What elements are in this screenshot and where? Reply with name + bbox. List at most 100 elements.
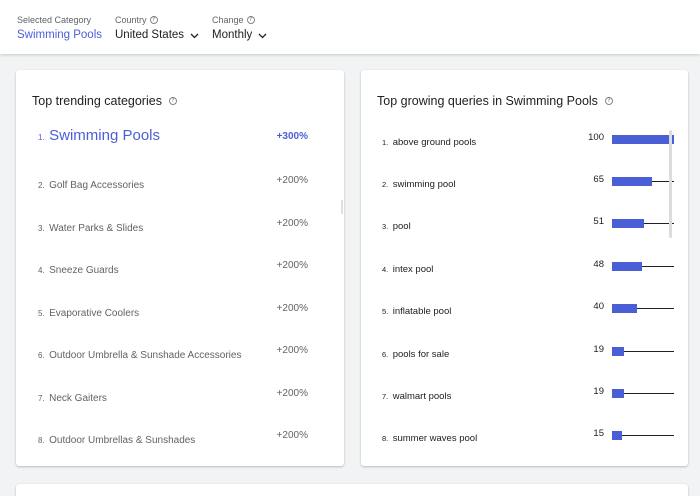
item-value: 48: [593, 259, 604, 270]
trending-categories-title: Top trending categories: [32, 94, 162, 108]
card-title: Top growing queries in Swimming Pools ?: [377, 94, 613, 108]
growing-query-item[interactable]: 7. walmart pools 19: [382, 386, 674, 402]
item-rank: 2.: [382, 180, 389, 189]
country-filter-label: Country: [115, 15, 147, 25]
trending-category-item[interactable]: 1. Swimming Pools +300%: [38, 127, 308, 147]
bar-fill: [612, 135, 674, 144]
change-dropdown[interactable]: Monthly: [212, 29, 268, 41]
trending-category-item[interactable]: 8. Outdoor Umbrellas & Sunshades +200%: [38, 430, 308, 450]
item-rank: 4.: [382, 265, 389, 274]
item-rank: 4.: [38, 266, 45, 275]
item-value: 15: [593, 428, 604, 439]
next-card: [16, 484, 688, 496]
item-rank: 5.: [382, 307, 389, 316]
growing-query-item[interactable]: 5. inflatable pool 40: [382, 301, 674, 317]
bar-fill: [612, 347, 624, 356]
item-value: 100: [588, 132, 604, 143]
help-icon[interactable]: ?: [149, 16, 158, 24]
change-dropdown-value: Monthly: [212, 29, 253, 41]
item-name: pools for sale: [392, 349, 450, 360]
item-name: inflatable pool: [392, 306, 452, 317]
scrollbar[interactable]: [669, 130, 672, 238]
trending-category-item[interactable]: 3. Water Parks & Slides +200%: [38, 218, 308, 238]
item-name: Water Parks & Slides: [49, 223, 144, 234]
item-rank: 3.: [38, 224, 45, 233]
item-value: 40: [593, 301, 604, 312]
item-change: +200%: [276, 218, 308, 229]
chevron-down-icon: [189, 30, 200, 41]
bar-fill: [612, 431, 622, 440]
country-dropdown-value: United States: [115, 29, 185, 41]
country-filter-label-row: Country ?: [115, 14, 200, 26]
trending-category-item[interactable]: 6. Outdoor Umbrella & Sunshade Accessori…: [38, 345, 308, 365]
help-icon[interactable]: ?: [246, 16, 255, 24]
item-name: Neck Gaiters: [49, 393, 107, 404]
item-name: pool: [392, 221, 411, 232]
item-change: +200%: [276, 175, 308, 186]
filter-bar: Selected Category Swimming Pools Country…: [0, 0, 700, 54]
item-rank: 2.: [38, 181, 45, 190]
trending-categories-card: Top trending categories ? 1. Swimming Po…: [16, 70, 344, 466]
growing-query-item[interactable]: 4. intex pool 48: [382, 259, 674, 275]
growing-query-item[interactable]: 1. above ground pools 100: [382, 132, 674, 148]
trending-category-item[interactable]: 7. Neck Gaiters +200%: [38, 388, 308, 408]
item-name: Outdoor Umbrellas & Sunshades: [49, 435, 196, 446]
category-filter[interactable]: Selected Category Swimming Pools: [17, 14, 102, 41]
scrollbar[interactable]: [341, 200, 343, 214]
help-icon[interactable]: ?: [168, 97, 177, 105]
item-rank: 1.: [38, 133, 45, 142]
item-rank: 3.: [382, 222, 389, 231]
growing-query-item[interactable]: 3. pool 51: [382, 216, 674, 232]
item-value: 19: [593, 386, 604, 397]
category-filter-value[interactable]: Swimming Pools: [17, 29, 102, 41]
item-rank: 5.: [38, 309, 45, 318]
bar-fill: [612, 219, 644, 228]
item-rank: 8.: [38, 436, 45, 445]
item-value: 51: [593, 216, 604, 227]
bar-fill: [612, 389, 624, 398]
growing-query-item[interactable]: 8. summer waves pool 15: [382, 428, 674, 444]
change-filter[interactable]: Change ? Monthly: [212, 14, 268, 41]
item-rank: 1.: [382, 138, 389, 147]
item-name: above ground pools: [392, 137, 477, 148]
item-change: +200%: [276, 388, 308, 399]
item-rank: 6.: [382, 350, 389, 359]
item-change: +200%: [276, 303, 308, 314]
item-change: +200%: [276, 430, 308, 441]
bar-fill: [612, 177, 652, 186]
item-change: +200%: [276, 345, 308, 356]
trending-category-item[interactable]: 2. Golf Bag Accessories +200%: [38, 175, 308, 195]
item-name: summer waves pool: [392, 433, 478, 444]
item-rank: 7.: [38, 394, 45, 403]
item-name: walmart pools: [392, 391, 452, 402]
country-dropdown[interactable]: United States: [115, 29, 200, 41]
growing-query-item[interactable]: 6. pools for sale 19: [382, 344, 674, 360]
category-filter-label: Selected Category: [17, 15, 92, 25]
item-value: 19: [593, 344, 604, 355]
bar-fill: [612, 262, 642, 271]
growing-queries-card: Top growing queries in Swimming Pools ? …: [361, 70, 688, 466]
help-icon[interactable]: ?: [604, 97, 613, 105]
item-name: Sneeze Guards: [49, 265, 119, 276]
trending-category-item[interactable]: 4. Sneeze Guards +200%: [38, 260, 308, 280]
country-filter[interactable]: Country ? United States: [115, 14, 200, 41]
item-name: intex pool: [392, 264, 434, 275]
growing-queries-title: Top growing queries in Swimming Pools: [377, 94, 598, 108]
item-change: +300%: [276, 131, 308, 142]
item-name: swimming pool: [392, 179, 456, 190]
change-filter-label: Change: [212, 15, 244, 25]
growing-query-item[interactable]: 2. swimming pool 65: [382, 174, 674, 190]
item-name: Outdoor Umbrella & Sunshade Accessories: [49, 350, 242, 361]
item-rank: 7.: [382, 392, 389, 401]
change-filter-label-row: Change ?: [212, 14, 268, 26]
item-value: 65: [593, 174, 604, 185]
bar-fill: [612, 304, 637, 313]
chevron-down-icon: [257, 30, 268, 41]
trending-category-item[interactable]: 5. Evaporative Coolers +200%: [38, 303, 308, 323]
item-name: Evaporative Coolers: [49, 308, 140, 319]
item-rank: 8.: [382, 434, 389, 443]
card-title: Top trending categories ?: [32, 94, 177, 108]
item-name: Swimming Pools: [49, 127, 160, 144]
item-change: +200%: [276, 260, 308, 271]
item-name: Golf Bag Accessories: [49, 180, 145, 191]
